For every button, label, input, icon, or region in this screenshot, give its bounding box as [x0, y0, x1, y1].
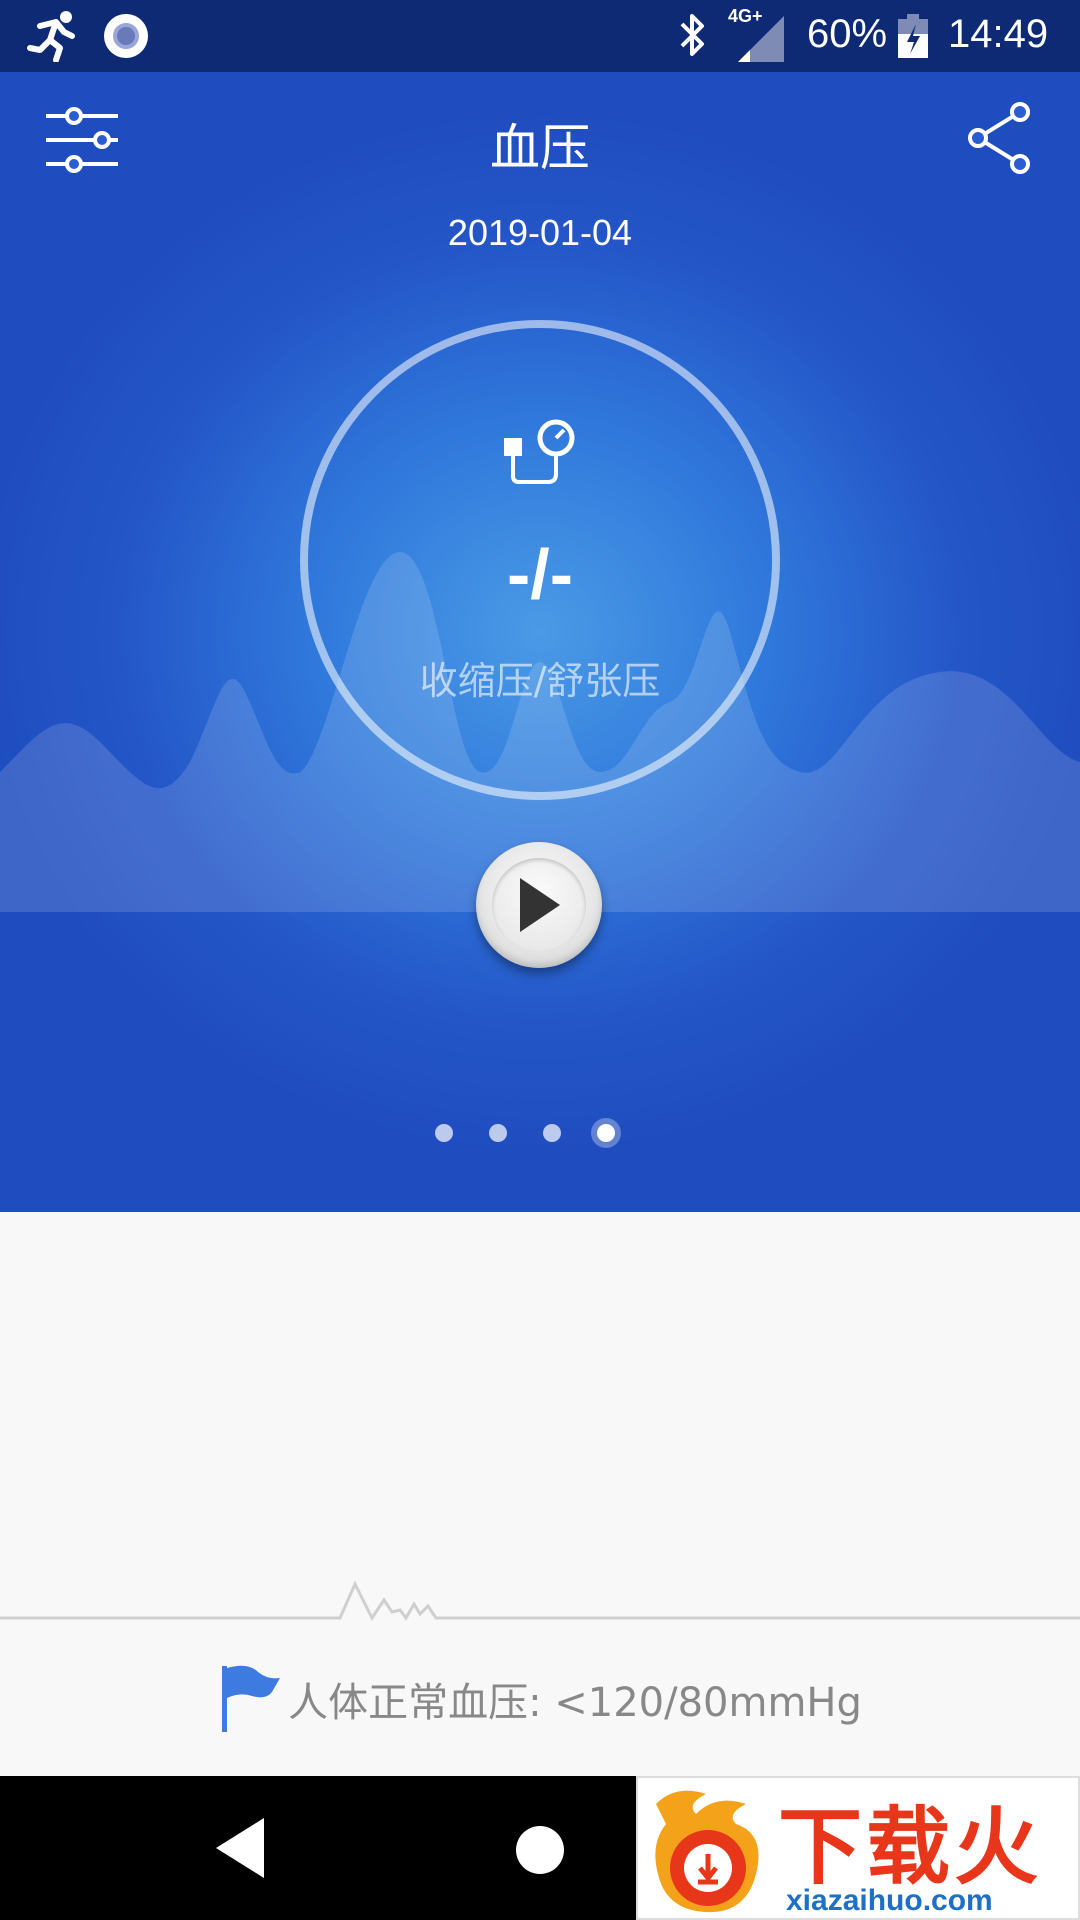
bluetooth-icon — [680, 14, 704, 56]
clock: 14:49 — [948, 12, 1049, 56]
normal-range-note: 人体正常血压: <120/80mmHg — [0, 1664, 1080, 1734]
watermark-domain: xiazaihuo.com — [786, 1884, 993, 1917]
back-icon[interactable] — [214, 1816, 266, 1880]
page-dot[interactable] — [543, 1124, 561, 1142]
reading-label: 收缩压/舒张压 — [419, 659, 661, 703]
status-bar: 4G+ 60% 14:49 — [0, 0, 1080, 72]
page-dot[interactable] — [435, 1124, 453, 1142]
measurement-panel: 血压 2019-01-04 -/- 收缩压/舒张压 — [0, 72, 1080, 1212]
blood-pressure-cuff-icon — [504, 419, 575, 484]
page-indicator — [0, 1112, 1080, 1152]
battery-icon — [898, 14, 928, 58]
normal-range-text: 人体正常血压: <120/80mmHg — [288, 1680, 862, 1726]
page-dot[interactable] — [489, 1124, 507, 1142]
share-icon[interactable] — [964, 100, 1034, 176]
measurement-date[interactable]: 2019-01-04 — [0, 212, 1080, 254]
watermark-brand: 下载火 — [778, 1798, 1043, 1896]
home-icon[interactable] — [516, 1826, 564, 1874]
signal-icon — [738, 16, 784, 62]
watermark-logo-icon — [655, 1790, 759, 1913]
blood-pressure-reading: -/- — [506, 535, 574, 613]
record-icon — [104, 14, 148, 58]
flag-icon — [222, 1665, 281, 1732]
page-dot-active[interactable] — [597, 1124, 615, 1142]
running-icon — [27, 11, 75, 62]
start-measurement-button[interactable] — [476, 842, 602, 968]
watermark: 下载火 xiazaihuo.com — [636, 1776, 1080, 1920]
battery-percent: 60% — [807, 12, 888, 56]
play-icon — [520, 878, 560, 932]
page-title: 血压 — [490, 119, 590, 177]
ecg-line — [0, 1580, 1080, 1621]
